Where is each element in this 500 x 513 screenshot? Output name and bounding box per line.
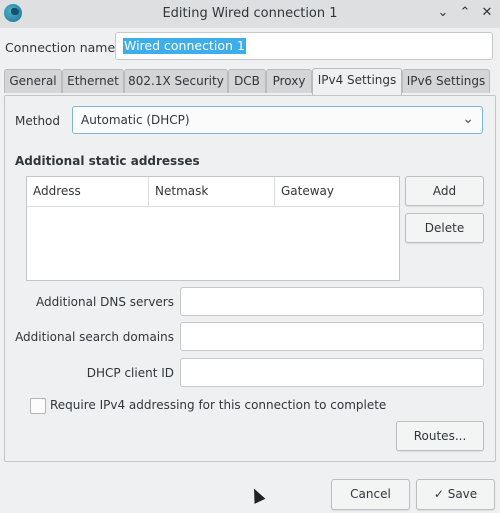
chevron-up-icon: ⌃ — [459, 5, 471, 20]
close-icon: ✕ — [481, 5, 493, 20]
dhcp-client-id-label: DHCP client ID — [86, 366, 174, 380]
tab-ipv6-settings[interactable]: IPv6 Settings — [402, 69, 490, 93]
tab-proxy[interactable]: Proxy — [266, 69, 312, 93]
tab-dcb[interactable]: DCB — [228, 69, 266, 93]
method-value: Automatic (DHCP) — [81, 113, 190, 127]
close-button[interactable]: ✕ — [478, 4, 496, 22]
save-button[interactable]: ✓ Save — [416, 479, 495, 510]
chevron-down-icon: ⌄ — [437, 5, 449, 20]
column-header-netmask[interactable]: Netmask — [149, 177, 275, 206]
mouse-cursor-icon — [248, 486, 266, 504]
tab-ethernet[interactable]: Ethernet — [62, 69, 124, 93]
search-domains-label: Additional search domains — [15, 330, 174, 344]
method-select[interactable]: Automatic (DHCP) ⌄ — [72, 106, 483, 134]
cancel-button[interactable]: Cancel — [331, 479, 410, 510]
connection-name-input[interactable]: Wired connection 1 — [115, 32, 493, 60]
column-header-gateway[interactable]: Gateway — [275, 177, 400, 206]
static-addresses-table[interactable]: Address Netmask Gateway — [26, 176, 400, 281]
connection-name-label: Connection name — [5, 40, 116, 55]
chevron-down-icon: ⌄ — [462, 111, 474, 127]
tab-ipv4-settings[interactable]: IPv4 Settings — [312, 68, 402, 95]
routes-button[interactable]: Routes... — [396, 421, 484, 451]
require-ipv4-label[interactable]: Require IPv4 addressing for this connect… — [50, 398, 386, 412]
window-title: Editing Wired connection 1 — [162, 6, 338, 21]
require-ipv4-checkbox[interactable] — [30, 398, 46, 414]
tab-8021x-security[interactable]: 802.1X Security — [124, 69, 228, 93]
minimize-button[interactable]: ⌄ — [434, 4, 452, 22]
dns-servers-input[interactable] — [180, 287, 484, 316]
delete-button[interactable]: Delete — [405, 213, 484, 243]
tab-general[interactable]: General — [4, 69, 62, 93]
connection-name-value: Wired connection 1 — [123, 38, 246, 54]
title-bar: Editing Wired connection 1 ⌄ ⌃ ✕ — [0, 0, 500, 28]
static-addresses-heading: Additional static addresses — [15, 154, 200, 168]
save-label: Save — [447, 487, 478, 501]
checkmark-icon: ✓ — [433, 487, 444, 501]
method-label: Method — [15, 114, 61, 128]
dns-servers-label: Additional DNS servers — [36, 295, 174, 309]
search-domains-input[interactable] — [180, 322, 484, 351]
column-header-address[interactable]: Address — [27, 177, 149, 206]
add-button[interactable]: Add — [405, 176, 484, 206]
dhcp-client-id-input[interactable] — [180, 358, 484, 387]
table-header: Address Netmask Gateway — [27, 177, 399, 207]
maximize-button[interactable]: ⌃ — [456, 4, 474, 22]
